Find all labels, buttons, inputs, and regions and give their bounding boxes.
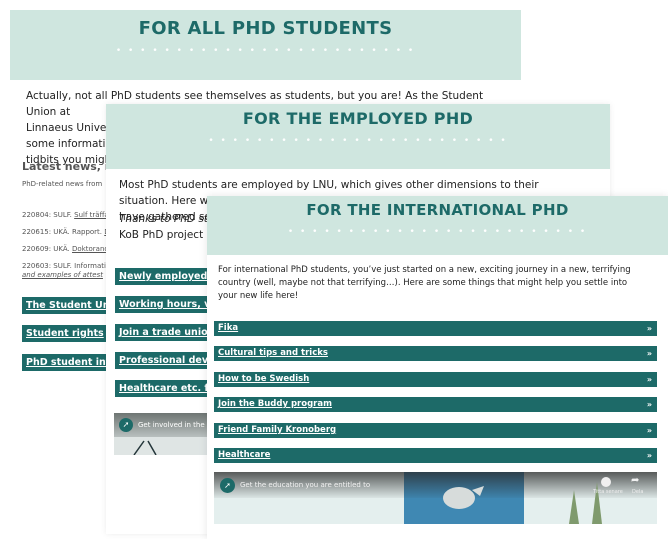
banner-international-phd: FOR THE INTERNATIONAL PHD • • • • • • • … — [207, 196, 668, 255]
section-title: FOR THE INTERNATIONAL PHD — [306, 201, 569, 219]
chevron-down-icon: » — [646, 400, 652, 409]
accordion-cultural-tips[interactable]: Cultural tips and tricks» — [214, 346, 657, 361]
accordion-healthcare[interactable]: Healthcare» — [214, 448, 657, 463]
intro-text-3: For international PhD students, you’ve j… — [218, 265, 631, 301]
news-item: 220603: SULF. Informatio — [22, 262, 111, 270]
news-subtitle: PhD-related news from — [22, 180, 103, 188]
video-thumbnail-art — [443, 482, 602, 524]
chevron-down-icon: » — [646, 375, 652, 384]
student-union-button[interactable]: The Student Union — [22, 297, 112, 314]
professional-development-button[interactable]: Professional develop — [115, 352, 214, 369]
watch-later-icon[interactable] — [601, 477, 611, 487]
video-employed[interactable]: ➚ Get involved in the s — [114, 413, 210, 455]
divider-dots: • • • • • • • • • • • • • • • • • • • • … — [115, 46, 416, 56]
watch-later-label: Titta senare — [593, 489, 623, 495]
video-title: Get involved in the s — [138, 421, 210, 429]
newly-employed-button[interactable]: Newly employed? — [115, 268, 214, 285]
accordion-buddy-program[interactable]: Join the Buddy program» — [214, 397, 657, 412]
news-item: 220609: UKÄ. Doktorand — [22, 245, 109, 253]
share-icon[interactable]: ➦ — [631, 476, 639, 486]
news-item: 220615: UKÄ. Rapport. Do — [22, 228, 114, 236]
phd-influence-button[interactable]: PhD student influ — [22, 354, 112, 371]
working-hours-button[interactable]: Working hours, vaca — [115, 296, 214, 313]
banner-all-phd: FOR ALL PHD STUDENTS • • • • • • • • • •… — [10, 10, 521, 80]
banner-employed-phd: FOR THE EMPLOYED PHD • • • • • • • • • •… — [106, 104, 610, 169]
page-title: FOR ALL PHD STUDENTS — [138, 18, 393, 39]
channel-logo-icon: ➚ — [119, 418, 133, 432]
student-rights-button[interactable]: Student rights — [22, 325, 112, 342]
divider-dots: • • • • • • • • • • • • • • • • • • • • … — [208, 136, 508, 146]
accordion-how-to-be-swedish[interactable]: How to be Swedish» — [214, 372, 657, 387]
channel-logo-icon: ➚ — [220, 478, 235, 493]
video-international[interactable]: ➚ Get the education you are entitled to … — [214, 472, 657, 524]
video-title: Get the education you are entitled to — [240, 481, 371, 489]
video-thumbnail-figure — [133, 440, 157, 455]
news-link[interactable]: and examples of attest — [22, 271, 103, 279]
accordion-friend-family[interactable]: Friend Family Kronoberg» — [214, 423, 657, 438]
section-title: FOR THE EMPLOYED PHD — [242, 109, 474, 128]
accordion-fika[interactable]: Fika» — [214, 321, 657, 336]
divider-dots: • • • • • • • • • • • • • • • • • • • • … — [287, 227, 588, 237]
news-link[interactable]: Doktorand — [72, 245, 109, 253]
trade-union-button[interactable]: Join a trade union! — [115, 324, 214, 341]
chevron-down-icon: » — [646, 426, 652, 435]
chevron-down-icon: » — [646, 324, 652, 333]
chevron-down-icon: » — [646, 349, 652, 358]
news-item: 220804: SULF. Sulf träffar — [22, 211, 112, 219]
chevron-down-icon: » — [646, 451, 652, 460]
healthcare-employed-button[interactable]: Healthcare etc. for e — [115, 380, 214, 397]
share-label: Dela — [632, 489, 644, 495]
